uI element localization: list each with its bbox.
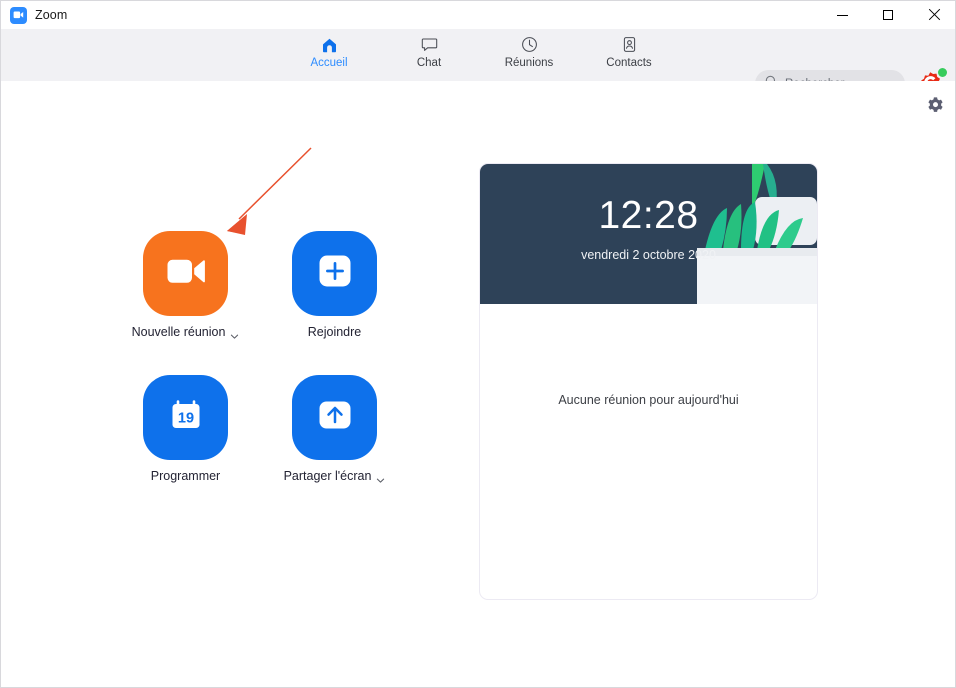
svg-text:19: 19 [177,410,193,426]
gear-icon[interactable] [924,94,946,116]
zoom-camera-icon [10,6,27,24]
action-label-rejoindre: Rejoindre [307,325,362,339]
window-title: Zoom [35,8,68,22]
zoom-app-window: Zoom Accueil Chat Réunions Contacts Nouv… [0,0,956,688]
home-icon [321,35,338,54]
schedule-meeting-tile[interactable]: 19 [143,375,228,460]
quick-actions-grid: Nouvelle réunion Rejoindre 19 Programmer… [132,231,443,519]
close-icon [928,9,940,21]
tab-reunions-label: Réunions [504,57,554,69]
window-controls [819,1,955,29]
clock-banner: 12:28 vendredi 2 octobre 2020 [480,164,817,304]
calendar-icon: 19 [165,394,207,441]
tab-accueil-label: Accueil [310,57,348,69]
meetings-panel-card: 12:28 vendredi 2 octobre 2020 Aucune réu… [479,163,818,600]
join-meeting-caption: Rejoindre [308,325,362,339]
title-bar-left: Zoom [1,6,68,24]
chat-bubble-icon [421,35,438,54]
minimize-icon [836,14,848,16]
current-date: vendredi 2 octobre 2020 [581,248,716,262]
chevron-down-icon-share[interactable] [376,472,385,483]
no-meetings-message: Aucune réunion pour aujourd'hui [558,393,739,407]
home-content-area: Nouvelle réunion Rejoindre 19 Programmer… [1,81,955,687]
title-bar: Zoom [1,1,955,29]
new-meeting-tile[interactable] [143,231,228,316]
action-programmer[interactable]: 19 Programmer [143,375,228,483]
tab-contacts-label: Contacts [606,57,652,69]
main-navbar: Accueil Chat Réunions Contacts [1,29,955,97]
chevron-down-icon[interactable] [230,328,239,339]
quick-actions-row-2: 19 Programmer Partager l'écran [143,375,443,483]
plus-icon [315,251,355,296]
tab-contacts[interactable]: Contacts [600,35,658,69]
join-meeting-tile[interactable] [292,231,377,316]
action-label-nouvelle-reunion: Nouvelle réunion [131,325,226,339]
share-screen-caption: Partager l'écran [284,469,386,483]
action-partager-ecran[interactable]: Partager l'écran [284,375,385,483]
share-screen-arrow-up-icon [314,398,356,437]
online-status-dot [938,68,947,77]
tab-reunions[interactable]: Réunions [500,35,558,69]
maximize-icon [883,10,893,20]
tab-chat-label: Chat [416,57,442,69]
action-nouvelle-reunion[interactable]: Nouvelle réunion [132,231,239,339]
maximize-button[interactable] [865,1,911,29]
clock-icon [521,35,538,54]
close-button[interactable] [911,1,955,29]
action-label-partager-ecran: Partager l'écran [283,469,372,483]
share-screen-tile[interactable] [292,375,377,460]
new-meeting-caption: Nouvelle réunion [132,325,240,339]
minimize-button[interactable] [819,1,865,29]
tab-accueil[interactable]: Accueil [300,35,358,69]
current-time: 12:28 [598,194,699,237]
action-label-programmer: Programmer [150,469,221,483]
person-card-icon [621,35,638,54]
quick-actions-row-1: Nouvelle réunion Rejoindre [132,231,443,339]
action-rejoindre[interactable]: Rejoindre [292,231,377,339]
schedule-caption: Programmer [151,469,220,483]
tab-chat[interactable]: Chat [400,35,458,69]
video-camera-icon [166,258,206,290]
